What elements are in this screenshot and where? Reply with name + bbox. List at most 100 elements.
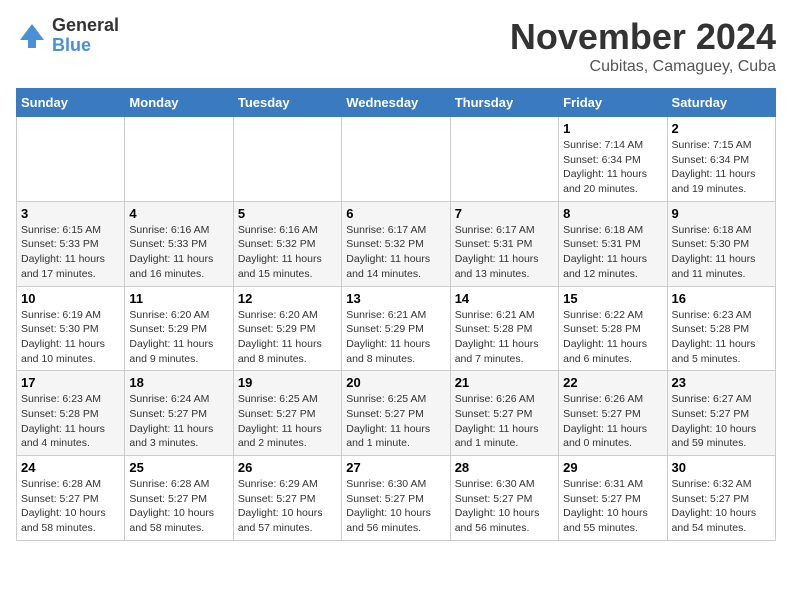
day-info: Sunrise: 6:28 AM Sunset: 5:27 PM Dayligh…: [21, 477, 120, 536]
calendar-cell: 17 Sunrise: 6:23 AM Sunset: 5:28 PM Dayli…: [17, 371, 125, 456]
day-number: 18: [129, 375, 228, 390]
day-number: 21: [455, 375, 554, 390]
day-number: 20: [346, 375, 445, 390]
calendar-cell: 15 Sunrise: 6:22 AM Sunset: 5:28 PM Dayli…: [559, 286, 667, 371]
calendar-cell: 12Sunrise: 6:20 AM Sunset: 5:29 PM Dayli…: [233, 286, 341, 371]
calendar-cell: 30 Sunrise: 6:32 AM Sunset: 5:27 PM Dayli…: [667, 456, 775, 541]
day-number: 5: [238, 206, 337, 221]
logo: General Blue: [16, 16, 119, 56]
weekday-header-monday: Monday: [125, 89, 233, 117]
calendar-cell: 19 Sunrise: 6:25 AM Sunset: 5:27 PM Dayli…: [233, 371, 341, 456]
logo-blue-text: Blue: [52, 36, 119, 56]
weekday-header-saturday: Saturday: [667, 89, 775, 117]
calendar-cell: 9 Sunrise: 6:18 AM Sunset: 5:30 PM Daylig…: [667, 201, 775, 286]
day-info: Sunrise: 6:26 AM Sunset: 5:27 PM Dayligh…: [455, 392, 554, 451]
calendar-cell: 22Sunrise: 6:26 AM Sunset: 5:27 PM Dayli…: [559, 371, 667, 456]
day-info: Sunrise: 6:31 AM Sunset: 5:27 PM Dayligh…: [563, 477, 662, 536]
calendar-cell: 24 Sunrise: 6:28 AM Sunset: 5:27 PM Dayli…: [17, 456, 125, 541]
title-area: November 2024 Cubitas, Camaguey, Cuba: [510, 16, 776, 76]
day-number: 19: [238, 375, 337, 390]
day-number: 26: [238, 460, 337, 475]
calendar-cell: 20Sunrise: 6:25 AM Sunset: 5:27 PM Dayli…: [342, 371, 450, 456]
calendar-week-row: 1Sunrise: 7:14 AM Sunset: 6:34 PM Daylig…: [17, 117, 776, 202]
day-info: Sunrise: 6:30 AM Sunset: 5:27 PM Dayligh…: [346, 477, 445, 536]
day-info: Sunrise: 6:32 AM Sunset: 5:27 PM Dayligh…: [672, 477, 771, 536]
day-number: 29: [563, 460, 662, 475]
day-number: 17: [21, 375, 120, 390]
calendar-cell: 18Sunrise: 6:24 AM Sunset: 5:27 PM Dayli…: [125, 371, 233, 456]
day-info: Sunrise: 6:25 AM Sunset: 5:27 PM Dayligh…: [238, 392, 337, 451]
calendar-cell: 28 Sunrise: 6:30 AM Sunset: 5:27 PM Dayli…: [450, 456, 558, 541]
calendar-cell: [233, 117, 341, 202]
calendar-cell: 10 Sunrise: 6:19 AM Sunset: 5:30 PM Dayli…: [17, 286, 125, 371]
day-number: 30: [672, 460, 771, 475]
calendar-cell: 23 Sunrise: 6:27 AM Sunset: 5:27 PM Dayli…: [667, 371, 775, 456]
day-number: 6: [346, 206, 445, 221]
calendar-table: SundayMondayTuesdayWednesdayThursdayFrid…: [16, 88, 776, 541]
day-number: 10: [21, 291, 120, 306]
calendar-cell: 26 Sunrise: 6:29 AM Sunset: 5:27 PM Dayli…: [233, 456, 341, 541]
day-number: 27: [346, 460, 445, 475]
calendar-cell: [450, 117, 558, 202]
month-title: November 2024: [510, 16, 776, 58]
day-info: Sunrise: 6:22 AM Sunset: 5:28 PM Dayligh…: [563, 308, 662, 367]
day-number: 15: [563, 291, 662, 306]
calendar-cell: 7Sunrise: 6:17 AM Sunset: 5:31 PM Daylig…: [450, 201, 558, 286]
day-number: 4: [129, 206, 228, 221]
calendar-cell: 8Sunrise: 6:18 AM Sunset: 5:31 PM Daylig…: [559, 201, 667, 286]
weekday-header-row: SundayMondayTuesdayWednesdayThursdayFrid…: [17, 89, 776, 117]
calendar-week-row: 24 Sunrise: 6:28 AM Sunset: 5:27 PM Dayli…: [17, 456, 776, 541]
day-number: 1: [563, 121, 662, 136]
day-number: 22: [563, 375, 662, 390]
day-info: Sunrise: 6:28 AM Sunset: 5:27 PM Dayligh…: [129, 477, 228, 536]
day-number: 14: [455, 291, 554, 306]
day-info: Sunrise: 6:21 AM Sunset: 5:29 PM Dayligh…: [346, 308, 445, 367]
calendar-week-row: 17 Sunrise: 6:23 AM Sunset: 5:28 PM Dayli…: [17, 371, 776, 456]
day-number: 28: [455, 460, 554, 475]
location-title: Cubitas, Camaguey, Cuba: [510, 58, 776, 76]
calendar-cell: 14 Sunrise: 6:21 AM Sunset: 5:28 PM Dayli…: [450, 286, 558, 371]
day-info: Sunrise: 6:18 AM Sunset: 5:30 PM Dayligh…: [672, 223, 771, 282]
day-number: 9: [672, 206, 771, 221]
day-info: Sunrise: 6:29 AM Sunset: 5:27 PM Dayligh…: [238, 477, 337, 536]
day-number: 12: [238, 291, 337, 306]
calendar-cell: 27 Sunrise: 6:30 AM Sunset: 5:27 PM Dayli…: [342, 456, 450, 541]
calendar-cell: 29 Sunrise: 6:31 AM Sunset: 5:27 PM Dayli…: [559, 456, 667, 541]
calendar-cell: 2Sunrise: 7:15 AM Sunset: 6:34 PM Daylig…: [667, 117, 775, 202]
calendar-cell: 25Sunrise: 6:28 AM Sunset: 5:27 PM Dayli…: [125, 456, 233, 541]
calendar-cell: 4 Sunrise: 6:16 AM Sunset: 5:33 PM Daylig…: [125, 201, 233, 286]
calendar-cell: 21 Sunrise: 6:26 AM Sunset: 5:27 PM Dayli…: [450, 371, 558, 456]
calendar-cell: 6 Sunrise: 6:17 AM Sunset: 5:32 PM Daylig…: [342, 201, 450, 286]
day-info: Sunrise: 6:18 AM Sunset: 5:31 PM Dayligh…: [563, 223, 662, 282]
day-number: 24: [21, 460, 120, 475]
calendar-cell: [17, 117, 125, 202]
calendar-cell: 13 Sunrise: 6:21 AM Sunset: 5:29 PM Dayli…: [342, 286, 450, 371]
calendar-cell: 16Sunrise: 6:23 AM Sunset: 5:28 PM Dayli…: [667, 286, 775, 371]
calendar-cell: [342, 117, 450, 202]
day-number: 13: [346, 291, 445, 306]
day-number: 3: [21, 206, 120, 221]
day-number: 16: [672, 291, 771, 306]
day-number: 23: [672, 375, 771, 390]
day-info: Sunrise: 6:23 AM Sunset: 5:28 PM Dayligh…: [21, 392, 120, 451]
weekday-header-thursday: Thursday: [450, 89, 558, 117]
day-info: Sunrise: 6:27 AM Sunset: 5:27 PM Dayligh…: [672, 392, 771, 451]
logo-icon: [16, 20, 48, 52]
day-info: Sunrise: 6:19 AM Sunset: 5:30 PM Dayligh…: [21, 308, 120, 367]
calendar-cell: 3Sunrise: 6:15 AM Sunset: 5:33 PM Daylig…: [17, 201, 125, 286]
weekday-header-sunday: Sunday: [17, 89, 125, 117]
day-number: 11: [129, 291, 228, 306]
weekday-header-tuesday: Tuesday: [233, 89, 341, 117]
day-info: Sunrise: 6:30 AM Sunset: 5:27 PM Dayligh…: [455, 477, 554, 536]
header: General Blue November 2024 Cubitas, Cama…: [16, 16, 776, 76]
calendar-cell: 1Sunrise: 7:14 AM Sunset: 6:34 PM Daylig…: [559, 117, 667, 202]
day-info: Sunrise: 6:16 AM Sunset: 5:33 PM Dayligh…: [129, 223, 228, 282]
day-info: Sunrise: 7:15 AM Sunset: 6:34 PM Dayligh…: [672, 138, 771, 197]
day-info: Sunrise: 6:17 AM Sunset: 5:32 PM Dayligh…: [346, 223, 445, 282]
calendar-cell: 5Sunrise: 6:16 AM Sunset: 5:32 PM Daylig…: [233, 201, 341, 286]
calendar-week-row: 10 Sunrise: 6:19 AM Sunset: 5:30 PM Dayli…: [17, 286, 776, 371]
calendar-cell: [125, 117, 233, 202]
calendar-week-row: 3Sunrise: 6:15 AM Sunset: 5:33 PM Daylig…: [17, 201, 776, 286]
weekday-header-friday: Friday: [559, 89, 667, 117]
day-info: Sunrise: 6:21 AM Sunset: 5:28 PM Dayligh…: [455, 308, 554, 367]
